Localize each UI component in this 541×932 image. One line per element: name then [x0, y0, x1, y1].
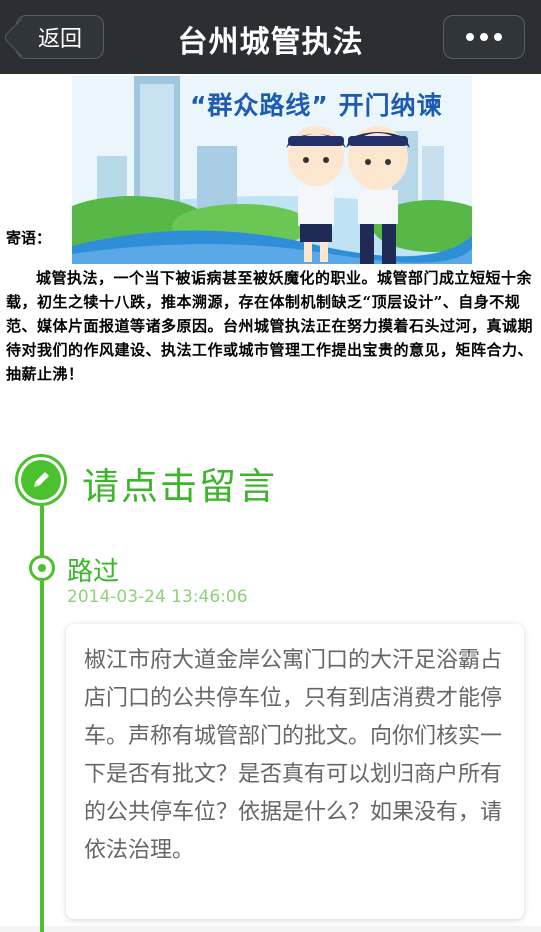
banner-slogan: “群众路线” 开门纳谏 [190, 91, 443, 120]
message-text: 椒江市府大道金岸公寓门口的大汗足浴霸占店门口的公共停车位，只有到店消费才能停车。… [84, 648, 503, 863]
leave-message-button[interactable] [15, 454, 67, 506]
top-navigation-bar: 返回 台州城管执法 [0, 0, 541, 74]
more-dots-icon [466, 33, 474, 41]
intro-body: 城管执法，一个当下被诟病甚至被妖魔化的职业。城管部门成立短短十余载，初生之犊十八… [6, 269, 534, 383]
page-content: “群众路线” 开门纳谏 寄语： 城管执法，一个当下被诟病甚至被妖魔化的职业。城管… [0, 74, 541, 932]
leave-message-link[interactable]: 请点击留言 [82, 456, 277, 510]
more-dots-icon [480, 33, 488, 41]
message-card: 椒江市府大道金岸公寓门口的大汗足浴霸占店门口的公共停车位，只有到店消费才能停车。… [66, 624, 524, 919]
message-author: 路过 [67, 557, 120, 587]
more-button[interactable] [443, 15, 525, 59]
intro-label: 寄语： [6, 229, 52, 247]
more-dots-icon [494, 33, 502, 41]
intro-section: 寄语： 城管执法，一个当下被诟病甚至被妖魔化的职业。城管部门成立短短十余载，初生… [6, 226, 536, 386]
pencil-icon [21, 460, 61, 500]
back-button-label: 返回 [37, 27, 82, 52]
message-timestamp: 2014-03-24 13:46:06 [67, 587, 248, 607]
timeline-node-icon [29, 555, 55, 581]
